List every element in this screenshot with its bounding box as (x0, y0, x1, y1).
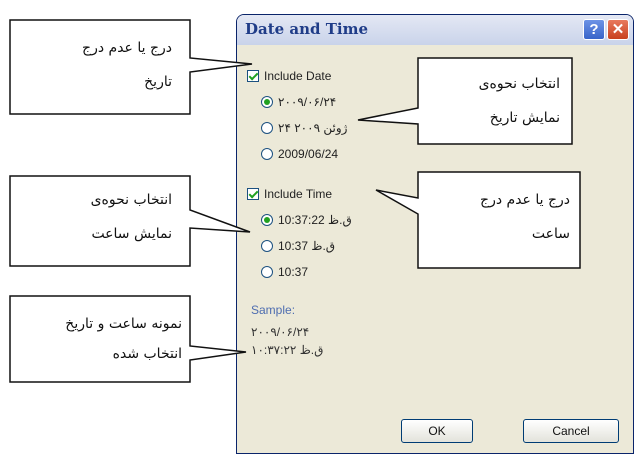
radio-icon (261, 148, 273, 160)
cancel-button[interactable]: Cancel (523, 419, 619, 443)
radio-selected-icon (261, 214, 273, 226)
include-date-label: Include Date (264, 69, 332, 83)
callout-date-format-text: انتخاب نحوه‌ی نمایش تاریخ (428, 74, 560, 128)
time-format-label: 10:37:22 ق.ظ (278, 213, 352, 227)
date-format-label: ۲۴ ژوئن ۲۰۰۹ (278, 121, 348, 135)
date-format-label: 2009/06/24 (278, 147, 339, 161)
callout-line: درج یا عدم درج (82, 40, 172, 56)
callout-line: تاریخ (144, 74, 172, 90)
date-format-option-1[interactable]: ۲۰۰۹/۰۶/۲۴ (261, 95, 336, 109)
radio-icon (261, 240, 273, 252)
ok-button[interactable]: OK (401, 419, 473, 443)
time-format-option-1[interactable]: 10:37:22 ق.ظ (261, 213, 352, 227)
radio-icon (261, 122, 273, 134)
callout-sample-text: نمونه ساعت و تاریخ انتخاب شده (22, 314, 182, 364)
callout-line: نمونه ساعت و تاریخ (65, 316, 182, 332)
callout-line: درج یا عدم درج (480, 192, 570, 208)
date-format-option-2[interactable]: ۲۴ ژوئن ۲۰۰۹ (261, 121, 347, 135)
callout-line: انتخاب شده (112, 346, 182, 362)
sample-date: ۲۰۰۹/۰۶/۲۴ (251, 325, 310, 339)
include-time-checkbox[interactable]: Include Time (247, 187, 332, 201)
dialog-title: Date and Time (245, 20, 369, 38)
close-button[interactable]: ✕ (607, 19, 629, 40)
close-icon: ✕ (611, 21, 625, 38)
callout-line: انتخاب نحوه‌ی (478, 76, 560, 92)
time-format-label: 10:37 (278, 265, 309, 279)
checkbox-checked-icon (247, 70, 259, 82)
callout-line: نمایش تاریخ (489, 110, 560, 126)
help-button[interactable]: ? (583, 19, 605, 40)
callout-line: انتخاب نحوه‌ی (90, 192, 172, 208)
time-format-option-2[interactable]: 10:37 ق.ظ (261, 239, 335, 253)
sample-label: Sample: (251, 303, 296, 317)
callout-include-date-text: درج یا عدم درج تاریخ (22, 38, 172, 92)
callout-time-format-text: انتخاب نحوه‌ی نمایش ساعت (22, 190, 172, 244)
callout-line: ساعت (531, 226, 570, 242)
title-bar[interactable]: Date and Time ? ✕ (237, 15, 633, 45)
time-format-label: 10:37 ق.ظ (278, 239, 336, 253)
help-icon: ? (589, 21, 599, 38)
include-date-checkbox[interactable]: Include Date (247, 69, 331, 83)
radio-selected-icon (261, 96, 273, 108)
include-time-label: Include Time (264, 187, 333, 201)
date-format-option-3[interactable]: 2009/06/24 (261, 147, 338, 161)
sample-time: ۱۰:۳۷:۲۲ ق.ظ (251, 343, 324, 357)
checkbox-checked-icon (247, 188, 259, 200)
callout-include-time-text: درج یا عدم درج ساعت (428, 190, 570, 244)
time-format-option-3[interactable]: 10:37 (261, 265, 308, 279)
callout-line: نمایش ساعت (91, 226, 172, 242)
date-format-label: ۲۰۰۹/۰۶/۲۴ (278, 95, 337, 109)
radio-icon (261, 266, 273, 278)
